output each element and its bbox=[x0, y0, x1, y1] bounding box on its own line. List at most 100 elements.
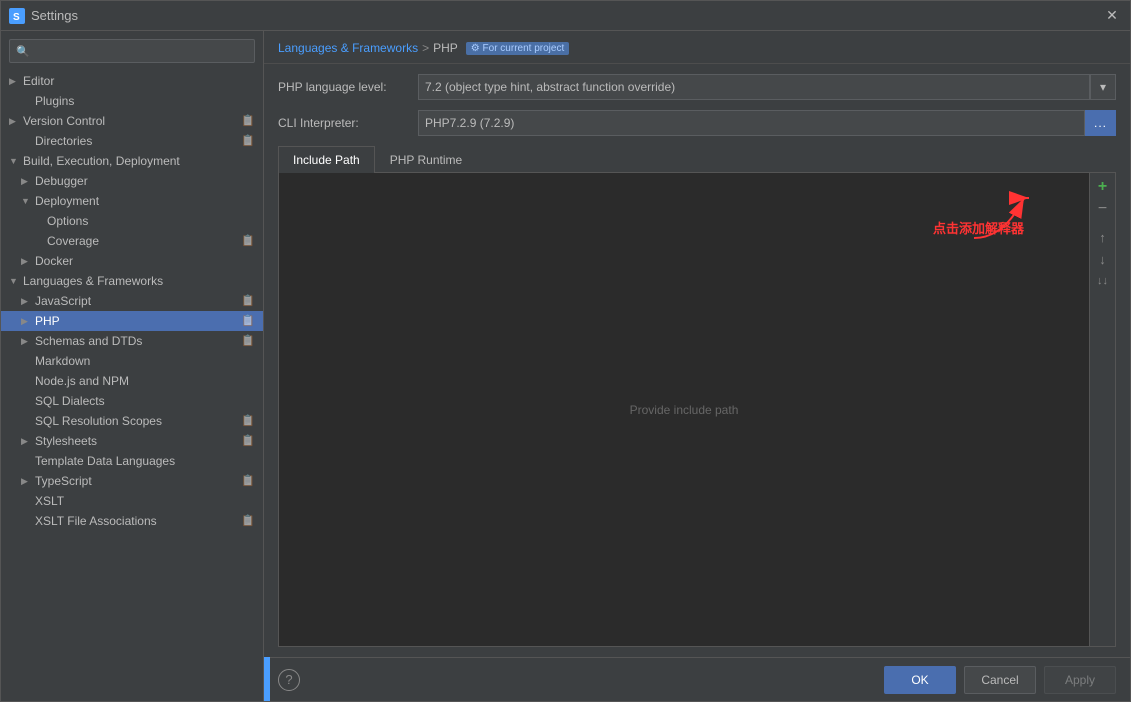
sidebar-item-label-template-data: Template Data Languages bbox=[35, 454, 255, 468]
sidebar-item-label-sql-dialects: SQL Dialects bbox=[35, 394, 255, 408]
annotation-container: 点击添加解释器 bbox=[914, 188, 1034, 251]
sidebar-item-docker[interactable]: ▶Docker bbox=[1, 251, 263, 271]
sidebar-item-debugger[interactable]: ▶Debugger bbox=[1, 171, 263, 191]
sidebar-item-build-execution[interactable]: ▼Build, Execution, Deployment bbox=[1, 151, 263, 171]
sidebar-item-label-schemas-dtds: Schemas and DTDs bbox=[35, 334, 255, 348]
move-up-button[interactable]: ↑ bbox=[1093, 227, 1113, 247]
sidebar-item-template-data[interactable]: Template Data Languages bbox=[1, 451, 263, 471]
sidebar-item-version-control[interactable]: ▶Version Control📋 bbox=[1, 111, 263, 131]
sidebar-arrow-build-execution: ▼ bbox=[9, 156, 21, 166]
sidebar-item-label-stylesheets: Stylesheets bbox=[35, 434, 255, 448]
help-button[interactable]: ? bbox=[278, 669, 300, 691]
sidebar-copy-icon-typescript: 📋 bbox=[241, 474, 255, 488]
language-level-input[interactable] bbox=[418, 74, 1090, 100]
cli-interpreter-dots-btn[interactable]: ... bbox=[1085, 110, 1116, 136]
sidebar-item-editor[interactable]: ▶Editor bbox=[1, 71, 263, 91]
settings-window: S Settings ✕ 🔍 ▶EditorPlugins▶Version Co… bbox=[0, 0, 1131, 702]
sidebar-item-xslt[interactable]: XSLT bbox=[1, 491, 263, 511]
sidebar-item-deployment[interactable]: ▼Deployment bbox=[1, 191, 263, 211]
right-panel: Languages & Frameworks > PHP ⚙ For curre… bbox=[264, 31, 1130, 701]
language-level-label: PHP language level: bbox=[278, 80, 418, 94]
ok-button[interactable]: OK bbox=[884, 666, 956, 694]
sidebar-copy-icon-sql-resolution: 📋 bbox=[241, 414, 255, 428]
sidebar-item-sql-dialects[interactable]: SQL Dialects bbox=[1, 391, 263, 411]
sidebar-item-nodejs-npm[interactable]: Node.js and NPM bbox=[1, 371, 263, 391]
apply-button[interactable]: Apply bbox=[1044, 666, 1116, 694]
language-level-dropdown[interactable]: ▾ bbox=[1090, 74, 1116, 100]
tab-content: Provide include path bbox=[278, 173, 1116, 647]
sidebar-item-label-version-control: Version Control bbox=[23, 114, 255, 128]
sidebar-item-label-plugins: Plugins bbox=[35, 94, 255, 108]
sidebar-copy-icon-version-control: 📋 bbox=[241, 114, 255, 128]
sidebar-item-coverage[interactable]: Coverage📋 bbox=[1, 231, 263, 251]
sidebar-item-directories[interactable]: Directories📋 bbox=[1, 131, 263, 151]
search-icon: 🔍 bbox=[16, 45, 30, 58]
sidebar-item-markdown[interactable]: Markdown bbox=[1, 351, 263, 371]
breadcrumb-separator: > bbox=[422, 41, 429, 55]
language-level-control: ▾ bbox=[418, 74, 1116, 100]
breadcrumb-link[interactable]: Languages & Frameworks bbox=[278, 41, 418, 55]
sidebar-copy-icon-coverage: 📋 bbox=[241, 234, 255, 248]
breadcrumb: Languages & Frameworks > PHP ⚙ For curre… bbox=[264, 31, 1130, 64]
window-title: Settings bbox=[31, 8, 1102, 23]
move-down-button[interactable]: ↓ bbox=[1093, 249, 1113, 269]
move-bottom-button[interactable]: ↓↓ bbox=[1093, 271, 1113, 291]
sidebar-item-options[interactable]: Options bbox=[1, 211, 263, 231]
add-path-button[interactable]: + bbox=[1093, 177, 1113, 197]
bottom-bar: ? OK Cancel Apply bbox=[264, 657, 1130, 701]
sidebar-item-schemas-dtds[interactable]: ▶Schemas and DTDs📋 bbox=[1, 331, 263, 351]
breadcrumb-current: PHP bbox=[433, 41, 458, 55]
sidebar-item-php[interactable]: ▶PHP📋 bbox=[1, 311, 263, 331]
sidebar-arrow-schemas-dtds: ▶ bbox=[21, 336, 33, 347]
breadcrumb-badge: ⚙ For current project bbox=[466, 42, 569, 55]
sidebar-item-label-xslt-file: XSLT File Associations bbox=[35, 514, 255, 528]
sidebar-arrow-editor: ▶ bbox=[9, 76, 21, 87]
sidebar: 🔍 ▶EditorPlugins▶Version Control📋Directo… bbox=[1, 31, 264, 701]
sidebar-arrow-typescript: ▶ bbox=[21, 476, 33, 487]
search-box[interactable]: 🔍 bbox=[9, 39, 255, 63]
sidebar-item-plugins[interactable]: Plugins bbox=[1, 91, 263, 111]
sidebar-arrow-php: ▶ bbox=[21, 316, 33, 327]
tab-php-runtime[interactable]: PHP Runtime bbox=[375, 146, 477, 173]
sidebar-item-label-php: PHP bbox=[35, 314, 255, 328]
tabs-bar: Include Path PHP Runtime bbox=[278, 146, 1116, 173]
sidebar-item-stylesheets[interactable]: ▶Stylesheets📋 bbox=[1, 431, 263, 451]
close-button[interactable]: ✕ bbox=[1102, 6, 1122, 26]
sidebar-item-label-markdown: Markdown bbox=[35, 354, 255, 368]
sidebar-item-languages-frameworks[interactable]: ▼Languages & Frameworks bbox=[1, 271, 263, 291]
cancel-button[interactable]: Cancel bbox=[964, 666, 1036, 694]
sidebar-copy-icon-schemas-dtds: 📋 bbox=[241, 334, 255, 348]
remove-path-button[interactable]: − bbox=[1093, 199, 1113, 219]
sidebar-item-label-directories: Directories bbox=[35, 134, 255, 148]
sidebar-items-container: ▶EditorPlugins▶Version Control📋Directori… bbox=[1, 71, 263, 531]
sidebar-copy-icon-php: 📋 bbox=[241, 314, 255, 328]
sidebar-item-javascript[interactable]: ▶JavaScript📋 bbox=[1, 291, 263, 311]
cli-interpreter-label: CLI Interpreter: bbox=[278, 116, 418, 130]
sidebar-item-label-deployment: Deployment bbox=[35, 194, 255, 208]
sidebar-arrow-version-control: ▶ bbox=[9, 116, 21, 127]
tabs-section: Include Path PHP Runtime Provide include… bbox=[278, 146, 1116, 647]
sidebar-item-label-editor: Editor bbox=[23, 74, 255, 88]
sidebar-item-xslt-file[interactable]: XSLT File Associations📋 bbox=[1, 511, 263, 531]
sidebar-item-label-typescript: TypeScript bbox=[35, 474, 255, 488]
sidebar-arrow-javascript: ▶ bbox=[21, 296, 33, 307]
sidebar-item-typescript[interactable]: ▶TypeScript📋 bbox=[1, 471, 263, 491]
tab-include-path[interactable]: Include Path bbox=[278, 146, 375, 173]
cli-interpreter-row: CLI Interpreter: ... bbox=[278, 110, 1116, 136]
annotation-arrow-svg bbox=[914, 188, 1034, 248]
sidebar-item-label-javascript: JavaScript bbox=[35, 294, 255, 308]
annotation-text: 点击添加解释器 bbox=[933, 218, 1024, 237]
sidebar-arrow-deployment: ▼ bbox=[21, 196, 33, 206]
cli-interpreter-input[interactable] bbox=[418, 110, 1085, 136]
sidebar-copy-icon-xslt-file: 📋 bbox=[241, 514, 255, 528]
sidebar-item-label-xslt: XSLT bbox=[35, 494, 255, 508]
sidebar-arrow-debugger: ▶ bbox=[21, 176, 33, 187]
include-path-empty-text: Provide include path bbox=[630, 403, 739, 417]
sidebar-item-sql-resolution[interactable]: SQL Resolution Scopes📋 bbox=[1, 411, 263, 431]
svg-text:S: S bbox=[13, 12, 20, 23]
include-path-area: Provide include path bbox=[279, 173, 1089, 646]
app-icon: S bbox=[9, 8, 25, 24]
title-bar: S Settings ✕ bbox=[1, 1, 1130, 31]
sidebar-copy-icon-directories: 📋 bbox=[241, 134, 255, 148]
sidebar-copy-icon-stylesheets: 📋 bbox=[241, 434, 255, 448]
